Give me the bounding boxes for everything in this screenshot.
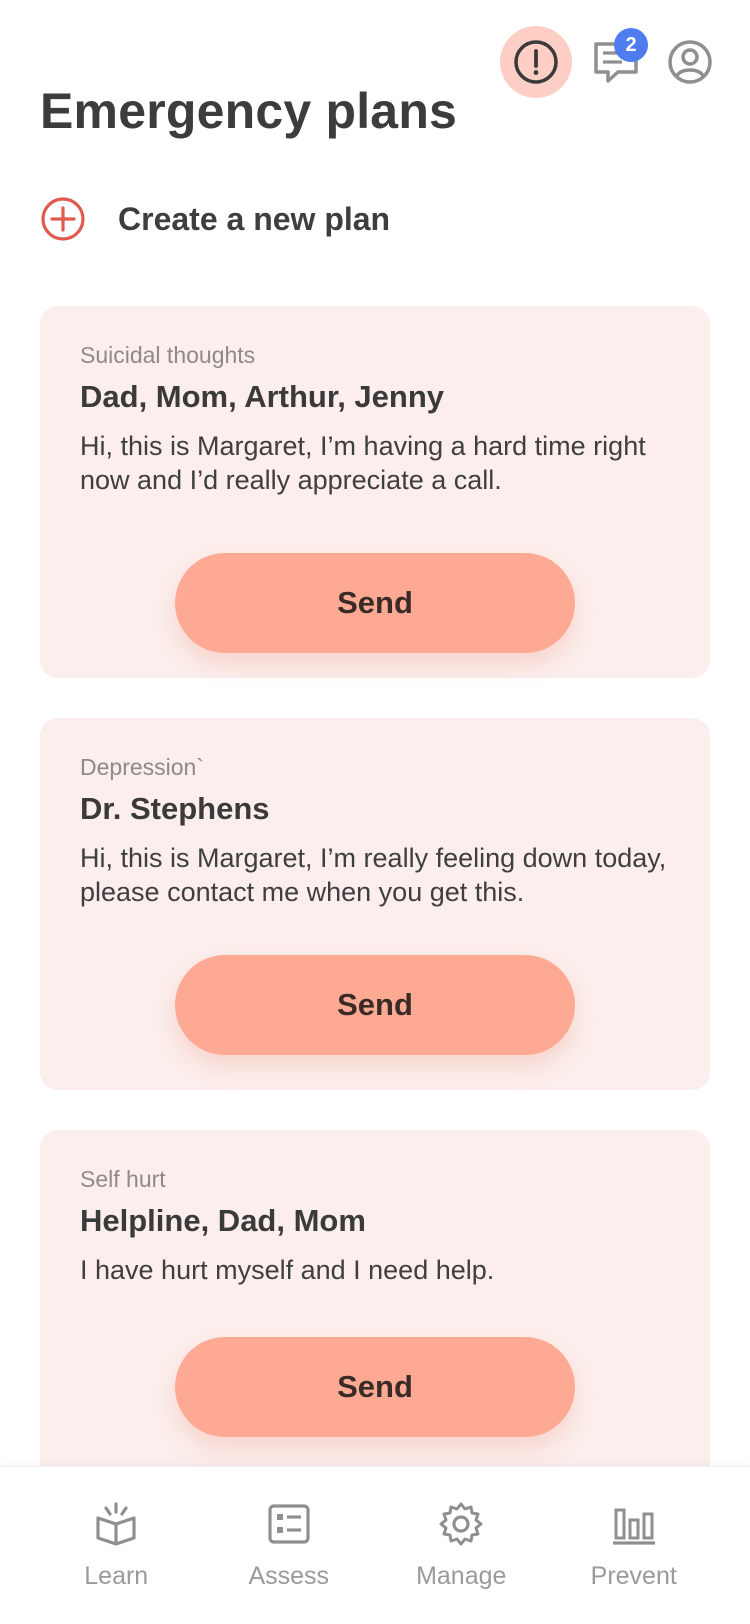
bar-chart-icon [612, 1508, 655, 1545]
plan-category: Depression` [80, 754, 204, 780]
emergency-alert-button[interactable] [500, 26, 572, 98]
plan-card: Depression` Dr. Stephens Hi, this is Mar… [40, 718, 710, 1090]
plan-message: I have hurt myself and I need help. [80, 1255, 495, 1285]
plan-list: Suicidal thoughts Dad, Mom, Arthur, Jenn… [40, 306, 710, 1542]
plus-circle-icon [41, 197, 85, 241]
plan-contacts: Dad, Mom, Arthur, Jenny [80, 379, 445, 414]
nav-item-manage[interactable]: Manage [391, 1500, 531, 1591]
top-icons: 2 [500, 26, 720, 98]
exclamation-circle-icon [514, 40, 558, 84]
bottom-nav: Learn Assess Manage Prevent [0, 1466, 750, 1624]
nav-label: Assess [248, 1562, 330, 1590]
nav-item-assess[interactable]: Assess [219, 1500, 359, 1591]
plan-card: Self hurt Helpline, Dad, Mom I have hurt… [40, 1130, 710, 1502]
page-title: Emergency plans [40, 83, 458, 139]
send-button[interactable]: Send [175, 955, 575, 1055]
plan-category: Self hurt [80, 1166, 166, 1192]
checklist-icon [268, 1504, 310, 1544]
plan-contacts: Helpline, Dad, Mom [80, 1203, 366, 1238]
emergency-plans-screen: 2 Emergency plans Create a new plan Suic… [0, 0, 750, 1624]
create-plan-label: Create a new plan [118, 200, 391, 237]
plan-contacts: Dr. Stephens [80, 791, 270, 826]
create-plan-button[interactable]: Create a new plan [40, 196, 390, 242]
book-icon [96, 1502, 136, 1546]
plan-card: Suicidal thoughts Dad, Mom, Arthur, Jenn… [40, 306, 710, 678]
nav-label: Manage [416, 1562, 507, 1590]
profile-button[interactable] [660, 32, 720, 92]
nav-item-learn[interactable]: Learn [46, 1500, 186, 1591]
nav-item-prevent[interactable]: Prevent [564, 1500, 704, 1591]
gear-icon [439, 1502, 483, 1546]
nav-label: Prevent [590, 1562, 677, 1590]
send-button[interactable]: Send [175, 1337, 575, 1437]
nav-label: Learn [84, 1562, 149, 1590]
plan-message: Hi, this is Margaret, I’m having a hard … [80, 431, 646, 495]
messages-badge: 2 [614, 28, 648, 62]
send-button[interactable]: Send [175, 553, 575, 653]
user-circle-icon [668, 40, 712, 84]
plan-category: Suicidal thoughts [80, 342, 256, 368]
plan-message: Hi, this is Margaret, I’m really feeling… [80, 843, 667, 907]
messages-button[interactable]: 2 [586, 28, 648, 92]
